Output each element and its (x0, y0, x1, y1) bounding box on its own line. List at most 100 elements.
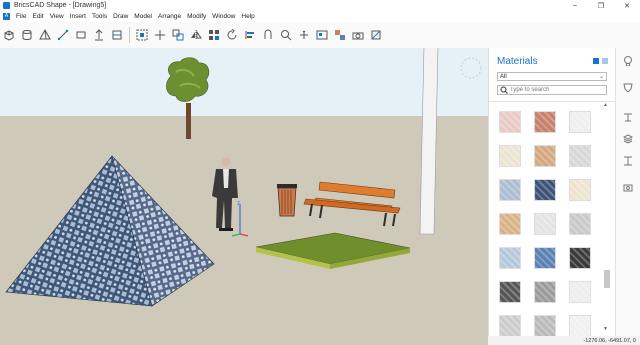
render-icon[interactable] (315, 28, 329, 42)
list-view-icon[interactable] (602, 58, 608, 64)
connect-icon[interactable] (261, 28, 275, 42)
material-swatch[interactable] (569, 213, 591, 235)
material-swatch[interactable] (569, 281, 591, 303)
status-bar: -1276.06, -6491.07, 0 (488, 336, 640, 345)
material-swatch[interactable] (569, 179, 591, 201)
move-icon[interactable] (153, 28, 167, 42)
camera-icon[interactable] (351, 28, 365, 42)
material-swatch[interactable] (499, 145, 521, 167)
grass-slab-object[interactable] (255, 232, 411, 269)
rectangle-icon[interactable] (74, 28, 88, 42)
menu-view[interactable]: View (47, 13, 67, 20)
menu-model[interactable]: Model (131, 13, 155, 20)
section-icon[interactable] (369, 28, 383, 42)
view-compass-icon[interactable] (460, 57, 482, 79)
material-swatch[interactable] (534, 145, 556, 167)
lightbulb-icon[interactable] (623, 56, 633, 66)
app-menu-icon[interactable]: A (3, 12, 10, 20)
pushpull-icon[interactable] (92, 28, 106, 42)
ucs-axis-gizmo: z (231, 201, 249, 237)
menu-arrange[interactable]: Arrange (155, 13, 184, 20)
material-swatch[interactable] (534, 111, 556, 133)
material-swatch[interactable] (499, 247, 521, 269)
material-swatch[interactable] (499, 213, 521, 235)
material-swatch[interactable] (499, 281, 521, 303)
person-figure[interactable] (212, 157, 238, 232)
menu-help[interactable]: Help (238, 13, 257, 20)
minimize-button[interactable]: – (562, 0, 588, 11)
menu-modify[interactable]: Modify (184, 13, 209, 20)
scroll-down-icon[interactable]: ▼ (603, 326, 608, 332)
menu-window[interactable]: Window (209, 13, 238, 20)
line-icon[interactable] (56, 28, 70, 42)
bench-object[interactable] (303, 181, 401, 227)
menu-file[interactable]: File (13, 13, 29, 20)
menu-tools[interactable]: Tools (89, 13, 110, 20)
material-swatch[interactable] (534, 213, 556, 235)
app-logo-icon (3, 2, 10, 9)
materials-panel: Materials All ⌄ ▲ ▼ (488, 48, 616, 337)
material-filter-select[interactable]: All ⌄ (497, 72, 607, 81)
trash-bin-object[interactable] (277, 184, 297, 217)
menu-bar: A File Edit View Insert Tools Draw Model… (0, 11, 640, 21)
panel-title: Materials (497, 56, 538, 67)
material-swatch[interactable] (569, 111, 591, 133)
profile-icon[interactable] (623, 156, 633, 166)
mirror-icon[interactable] (189, 28, 203, 42)
align-icon[interactable] (243, 28, 257, 42)
menu-draw[interactable]: Draw (110, 13, 131, 20)
grid-view-icon[interactable] (593, 58, 599, 64)
material-icon[interactable] (333, 28, 347, 42)
main-toolbar (0, 22, 640, 49)
material-swatch[interactable] (499, 111, 521, 133)
toolbar-separator (129, 27, 130, 43)
camera-icon[interactable] (623, 182, 633, 192)
menu-edit[interactable]: Edit (29, 13, 46, 20)
theme-icon[interactable] (623, 82, 633, 92)
scrollbar-thumb[interactable] (604, 270, 610, 288)
material-swatch[interactable] (534, 281, 556, 303)
model-viewport[interactable]: z (0, 48, 488, 345)
tree-object[interactable] (166, 57, 210, 139)
svg-text:z: z (237, 201, 240, 207)
pyramid-object[interactable] (5, 155, 215, 307)
stack-icon[interactable] (623, 134, 633, 144)
panel-scrollbar[interactable]: ▲ ▼ (603, 100, 611, 336)
material-swatch[interactable] (499, 315, 521, 337)
search-input[interactable] (510, 87, 600, 93)
coordinate-readout: -1276.06, -6491.07, 0 (583, 337, 636, 344)
zoom-icon[interactable] (279, 28, 293, 42)
panel-divider (489, 101, 615, 102)
title-bar: BricsCAD Shape - [Drawing5] – ❐ ✕ (0, 0, 640, 11)
material-search-box[interactable] (497, 85, 607, 95)
material-swatch-grid (499, 111, 599, 337)
material-swatch[interactable] (534, 315, 556, 337)
copy-icon[interactable] (171, 28, 185, 42)
scroll-up-icon[interactable]: ▲ (603, 102, 608, 108)
material-swatch[interactable] (569, 145, 591, 167)
maximize-button[interactable]: ❐ (588, 0, 614, 11)
material-swatch[interactable] (569, 315, 591, 337)
search-icon (500, 86, 508, 94)
panel-view-toggle (593, 58, 608, 64)
array-icon[interactable] (207, 28, 221, 42)
pole-object[interactable] (419, 48, 439, 235)
window-title: BricsCAD Shape - [Drawing5] (14, 2, 107, 9)
material-swatch[interactable] (499, 179, 521, 201)
layers-icon[interactable] (623, 112, 633, 122)
chevron-down-icon: ⌄ (598, 74, 604, 80)
split-icon[interactable] (110, 28, 124, 42)
close-button[interactable]: ✕ (614, 0, 640, 11)
pyramid-icon[interactable] (38, 28, 52, 42)
box-icon[interactable] (2, 28, 16, 42)
rotate-icon[interactable] (225, 28, 239, 42)
material-swatch[interactable] (569, 247, 591, 269)
filter-value: All (500, 73, 507, 80)
side-panel-strip (615, 48, 640, 336)
material-swatch[interactable] (534, 247, 556, 269)
cylinder-icon[interactable] (20, 28, 34, 42)
pan-icon[interactable] (297, 28, 311, 42)
group-icon[interactable] (135, 28, 149, 42)
material-swatch[interactable] (534, 179, 556, 201)
menu-insert[interactable]: Insert (67, 13, 89, 20)
